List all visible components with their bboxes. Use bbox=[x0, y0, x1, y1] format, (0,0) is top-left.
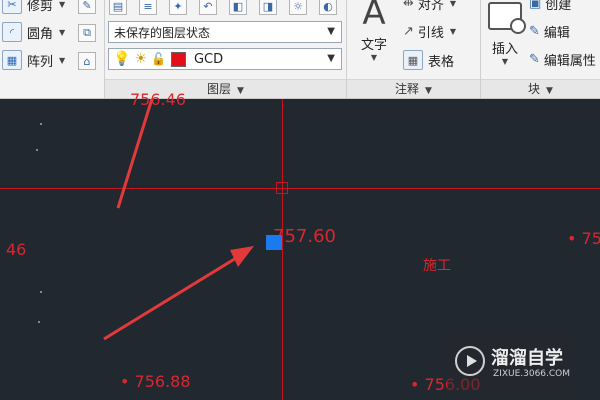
create-icon: ▣ bbox=[529, 0, 542, 11]
layer-state-dropdown[interactable]: 未保存的图层状态 ▼ bbox=[108, 21, 342, 43]
layer-match-button[interactable]: ✦ bbox=[169, 0, 187, 15]
chevron-down-icon: ▼ bbox=[501, 57, 509, 66]
chevron-down-icon: ▼ bbox=[449, 0, 457, 8]
layer-state-value: 未保存的图层状态 bbox=[114, 25, 211, 40]
watermark-title: 溜溜自学 bbox=[491, 348, 563, 369]
layer-properties-button[interactable]: ▤ bbox=[109, 0, 127, 15]
trim-icon: ✂ bbox=[2, 0, 22, 14]
annotation-panel-title-text: 注释 bbox=[395, 82, 420, 96]
edit-icon: ✎ bbox=[529, 24, 540, 39]
offset-tool-button[interactable]: ⌂ bbox=[78, 52, 96, 70]
chevron-down-icon: ▼ bbox=[546, 86, 553, 96]
chevron-down-icon: ▼ bbox=[237, 86, 244, 96]
insert-label: 插入 bbox=[491, 42, 518, 57]
arrow-to-layer-swatch bbox=[116, 99, 154, 209]
ribbon: ✂ 修剪 ▼ ◜ 圆角 ▼ ▦ 阵列 ▼ ✎ ⧉ ⌂ ▤ ≡ ✦ ↶ ◧ ◨ ☼… bbox=[0, 0, 600, 99]
chevron-down-icon: ▼ bbox=[425, 86, 432, 96]
watermark-url: ZIXUE.3066.COM bbox=[493, 369, 571, 379]
text-button[interactable]: A 文字 ▼ bbox=[355, 0, 393, 62]
array-icon: ▦ bbox=[2, 50, 22, 70]
align-label: 对齐 bbox=[417, 0, 444, 13]
chevron-down-icon[interactable]: ▼ bbox=[59, 28, 65, 37]
current-layer-name: GCD bbox=[193, 51, 224, 67]
erase-tool-button[interactable]: ✎ bbox=[78, 0, 96, 14]
block-panel-title-text: 块 bbox=[528, 82, 541, 96]
leader-label: 引线 bbox=[417, 26, 444, 41]
watermark: 溜溜自学 ZIXUE.3066.COM bbox=[447, 336, 571, 392]
text-glyph-icon: A bbox=[362, 0, 386, 33]
drawing-canvas[interactable]: 756.46 46 757.60 • 758 • 756.88 • 756.00… bbox=[0, 90, 600, 400]
layer-isolate-button[interactable]: ◧ bbox=[229, 0, 247, 15]
edit-attributes-icon: ✎ bbox=[529, 52, 540, 67]
leader-button[interactable]: ↗ 引线 ▼ bbox=[403, 22, 456, 41]
align-button[interactable]: ⇹ 对齐 ▼ bbox=[403, 0, 456, 13]
chevron-down-icon[interactable]: ▼ bbox=[59, 56, 65, 65]
table-button[interactable]: ▦ 表格 bbox=[403, 50, 454, 70]
sun-icon: ☀ bbox=[134, 51, 147, 67]
block-panel-title[interactable]: 块 ▼ bbox=[481, 79, 600, 98]
chevron-down-icon: ▼ bbox=[327, 26, 335, 37]
chevron-down-icon: ▼ bbox=[449, 27, 457, 36]
arrow-to-grip bbox=[103, 246, 254, 341]
chevron-down-icon: ▼ bbox=[370, 53, 378, 62]
edit-attributes-button[interactable]: ✎ 编辑属性 bbox=[529, 50, 596, 69]
layer-off-button[interactable]: ◐ bbox=[319, 0, 337, 15]
layer-tool-button[interactable]: ≡ bbox=[139, 0, 157, 15]
array-button[interactable]: ▦ 阵列 ▼ bbox=[2, 50, 65, 70]
chevron-down-icon[interactable]: ▼ bbox=[59, 0, 65, 9]
layer-previous-button[interactable]: ↶ bbox=[199, 0, 217, 15]
create-block-button[interactable]: ▣ 创建 bbox=[529, 0, 571, 13]
trim-label: 修剪 bbox=[27, 0, 54, 14]
current-layer-dropdown[interactable]: 💡 ☀ 🔓 GCD ▼ bbox=[108, 48, 342, 70]
align-icon: ⇹ bbox=[403, 0, 414, 11]
edit-block-button[interactable]: ✎ 编辑 bbox=[529, 22, 570, 41]
text-label: 文字 bbox=[360, 38, 387, 53]
chevron-down-icon: ▼ bbox=[327, 53, 335, 64]
fillet-label: 圆角 bbox=[27, 26, 54, 42]
fillet-icon: ◜ bbox=[2, 22, 22, 42]
copy-tool-button[interactable]: ⧉ bbox=[78, 24, 96, 42]
insert-block-icon bbox=[488, 2, 526, 34]
edit-label: 编辑 bbox=[543, 26, 570, 41]
array-label: 阵列 bbox=[27, 54, 54, 70]
edit-attributes-label: 编辑属性 bbox=[543, 54, 596, 69]
annotation-panel-title[interactable]: 注释 ▼ bbox=[347, 79, 480, 98]
fillet-button[interactable]: ◜ 圆角 ▼ bbox=[2, 22, 65, 42]
table-label: 表格 bbox=[428, 54, 455, 70]
leader-icon: ↗ bbox=[403, 24, 414, 39]
annotation-panel: A 文字 ▼ ⇹ 对齐 ▼ ↗ 引线 ▼ ▦ 表格 注释 ▼ bbox=[347, 0, 481, 98]
unlock-icon: 🔓 bbox=[151, 52, 166, 66]
layers-panel: ▤ ≡ ✦ ↶ ◧ ◨ ☼ ◐ 未保存的图层状态 ▼ 💡 ☀ 🔓 GCD ▼ 图… bbox=[105, 0, 347, 98]
modify-panel: ✂ 修剪 ▼ ◜ 圆角 ▼ ▦ 阵列 ▼ ✎ ⧉ ⌂ bbox=[0, 0, 105, 98]
layers-panel-title-text: 图层 bbox=[207, 82, 232, 96]
layer-freeze-button[interactable]: ☼ bbox=[289, 0, 307, 15]
layer-unisolate-button[interactable]: ◨ bbox=[259, 0, 277, 15]
insert-button[interactable]: 插入 ▼ bbox=[485, 0, 526, 66]
block-panel: 插入 ▼ ▣ 创建 ✎ 编辑 ✎ 编辑属性 块 ▼ bbox=[481, 0, 600, 98]
layer-color-swatch bbox=[170, 51, 186, 67]
table-icon: ▦ bbox=[403, 50, 423, 70]
create-label: 创建 bbox=[545, 0, 572, 13]
lightbulb-icon: 💡 bbox=[113, 51, 131, 67]
trim-button[interactable]: ✂ 修剪 ▼ bbox=[2, 0, 65, 14]
play-logo-icon bbox=[455, 346, 485, 376]
